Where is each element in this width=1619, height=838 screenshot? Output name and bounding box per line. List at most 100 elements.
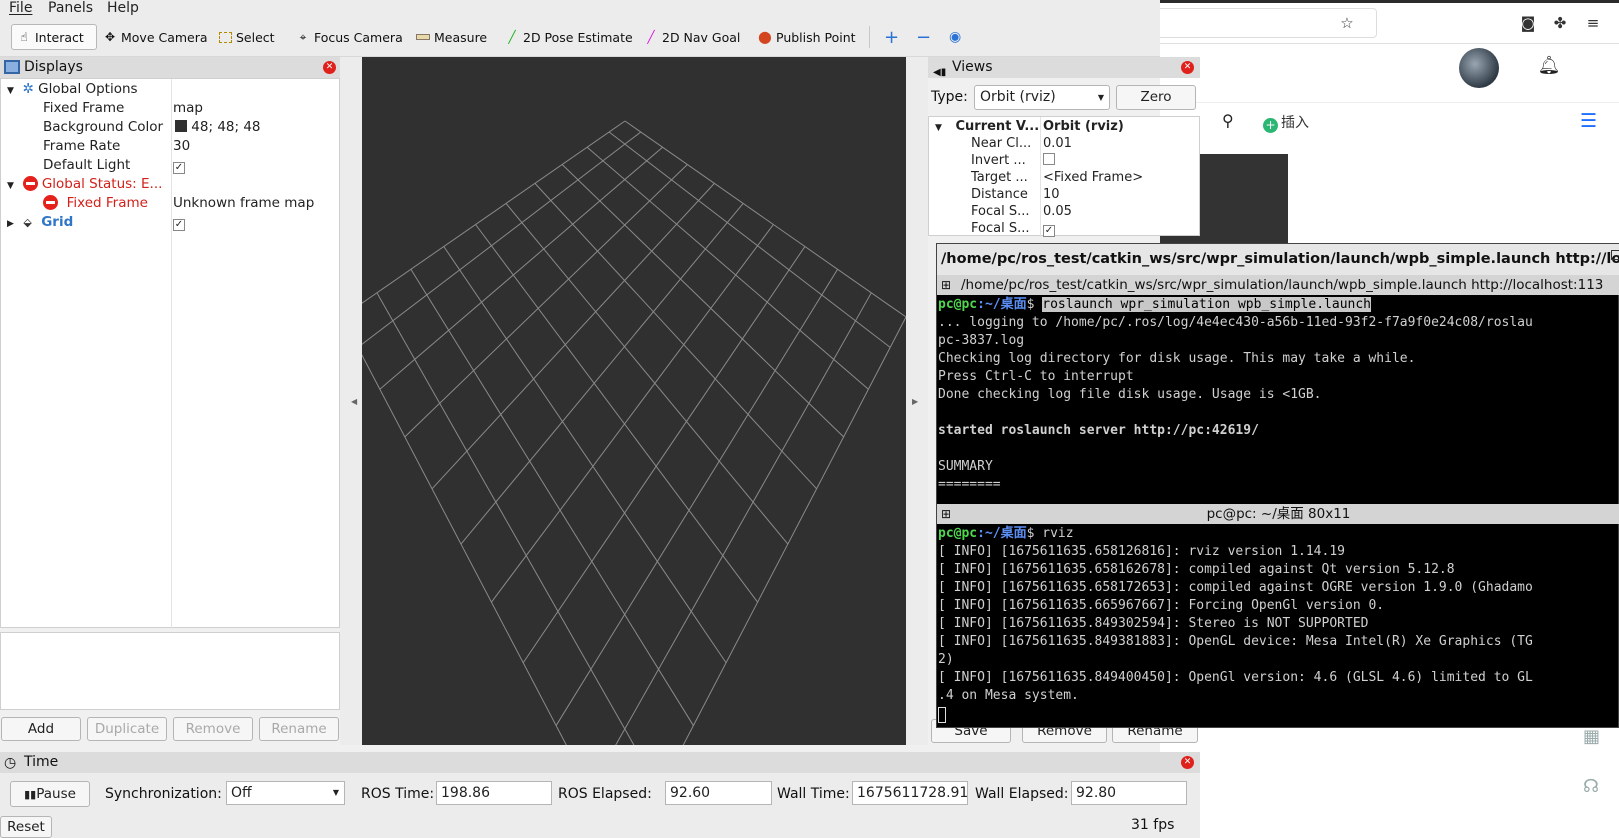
pane-1-title: /home/pc/ros_test/catkin_ws/src/wpr_simu… xyxy=(961,277,1604,293)
background-color-value[interactable]: 48; 48; 48 xyxy=(175,118,261,137)
maximize-icon[interactable] xyxy=(1611,250,1619,260)
add-tool-icon[interactable]: + xyxy=(879,24,904,50)
fixed-frame-label: Fixed Frame xyxy=(43,100,125,116)
clock-icon: ◷ xyxy=(4,755,17,771)
zero-view-button[interactable]: Zero xyxy=(1116,85,1196,110)
publish-point-tool-button[interactable]: ⬤ Publish Point xyxy=(753,24,861,50)
select-tool-button[interactable]: Select xyxy=(214,24,280,50)
bookmark-star-icon[interactable]: ☆ xyxy=(1336,12,1358,34)
output-line: Press Ctrl-C to interrupt xyxy=(938,369,1134,384)
grid-line xyxy=(522,246,806,664)
menu-help[interactable]: Help xyxy=(107,0,139,16)
collapse-arrow-icon[interactable]: ▶ xyxy=(7,219,14,229)
pause-label: Pause xyxy=(36,786,76,802)
interact-label: Interact xyxy=(35,29,84,45)
collapse-right-icon[interactable]: ▶ xyxy=(912,397,918,406)
extension-icon[interactable]: ✤ xyxy=(1549,12,1571,34)
add-display-button[interactable]: Add xyxy=(1,717,81,741)
interact-tool-button[interactable]: ☝ Interact xyxy=(11,24,97,50)
browser-menu-icon[interactable]: ≡ xyxy=(1582,12,1604,34)
menu-file[interactable]: File xyxy=(9,0,32,16)
close-icon[interactable]: ✕ xyxy=(1181,756,1194,769)
frame-rate-value[interactable]: 30 xyxy=(173,137,190,156)
wall-time-field[interactable]: 1675611728.91 xyxy=(852,781,968,805)
right-splitter[interactable]: ▶ xyxy=(906,57,928,745)
nav-goal-tool-button[interactable]: ╱ 2D Nav Goal xyxy=(639,24,745,50)
focus-camera-label: Focus Camera xyxy=(314,29,403,45)
frame-rate-label: Frame Rate xyxy=(43,138,121,154)
chevron-down-icon: ▼ xyxy=(1097,93,1104,102)
search-icon[interactable]: ⚲ xyxy=(1222,111,1234,130)
color-swatch xyxy=(175,120,187,132)
remove-display-button[interactable]: Remove xyxy=(173,717,253,741)
ros-time-label: ROS Time: xyxy=(361,786,435,802)
move-camera-tool-button[interactable]: ✥ Move Camera xyxy=(98,24,213,50)
avatar[interactable] xyxy=(1459,48,1499,88)
global-options-row[interactable]: ▼ ✲ Global Options xyxy=(7,80,138,99)
green-arrow-icon: ╱ xyxy=(508,30,516,44)
headset-icon[interactable]: ☊ xyxy=(1583,776,1599,797)
ros-time-field[interactable]: 198.86 xyxy=(436,781,552,805)
left-splitter[interactable]: ◀ xyxy=(340,57,362,745)
close-icon[interactable]: ✕ xyxy=(1181,61,1194,74)
menu-panels[interactable]: Panels xyxy=(48,0,93,16)
default-light-checkbox[interactable]: ✓ xyxy=(173,156,185,175)
terminal-pane-tab-1[interactable]: ⊞ /home/pc/ros_test/catkin_ws/src/wpr_sim… xyxy=(937,275,1619,295)
column-divider xyxy=(1040,117,1041,237)
pause-button[interactable]: ▮▮Pause xyxy=(10,781,90,807)
prompt-line-1: pc@pc:~/桌面$ roslaunch wpr_simulation wpb… xyxy=(938,296,1372,314)
rename-display-button[interactable]: Rename xyxy=(259,717,339,741)
duplicate-display-button[interactable]: Duplicate xyxy=(87,717,167,741)
measure-tool-button[interactable]: Measure xyxy=(411,24,492,50)
view-type-value: Orbit (rviz) xyxy=(980,89,1056,105)
output-line: 2) xyxy=(938,652,954,667)
insert-label: 插入 xyxy=(1281,115,1309,131)
close-icon[interactable]: ✕ xyxy=(323,61,336,74)
terminal-pane-tab-2[interactable]: ⊞ pc@pc: ~/桌面 80x11 xyxy=(937,504,1619,524)
wall-elapsed-field[interactable]: 92.80 xyxy=(1071,781,1187,805)
pocket-icon[interactable]: ◙ xyxy=(1517,12,1539,34)
insert-button[interactable]: + 插入 xyxy=(1263,112,1309,133)
eye-icon[interactable]: ◉ xyxy=(944,24,966,50)
views-panel-title: ◀▮ Views ✕ xyxy=(928,57,1200,78)
error-icon xyxy=(43,195,58,210)
output-line: Checking log directory for disk usage. T… xyxy=(938,351,1416,366)
expand-arrow-icon[interactable]: ▼ xyxy=(935,123,942,133)
expand-arrow-icon[interactable]: ▼ xyxy=(7,86,14,96)
grid-enabled-checkbox[interactable]: ✓ xyxy=(173,213,185,232)
grid-row[interactable]: ▶ ⬙ Grid xyxy=(7,213,73,232)
expand-arrow-icon[interactable]: ▼ xyxy=(7,181,14,191)
focus-camera-tool-button[interactable]: ⌖ Focus Camera xyxy=(291,24,408,50)
minimize-icon[interactable]: – xyxy=(1581,248,1588,264)
ros-elapsed-field[interactable]: 92.60 xyxy=(665,781,772,805)
view-type-select[interactable]: Orbit (rviz) ▼ xyxy=(974,85,1110,110)
synchronization-label: Synchronization: xyxy=(105,786,222,802)
fixed-frame-value[interactable]: map xyxy=(173,99,203,118)
bell-icon[interactable]: 🔔︎ xyxy=(1537,55,1561,79)
reset-button[interactable]: Reset xyxy=(0,816,52,838)
wall-elapsed-label: Wall Elapsed: xyxy=(975,786,1069,802)
browser-toolbar-divider xyxy=(1160,43,1619,44)
3d-viewport[interactable] xyxy=(341,57,907,838)
output-line: [ INFO] [1675611635.658126816]: rviz ver… xyxy=(938,544,1345,559)
remove-tool-icon[interactable]: − xyxy=(911,24,936,50)
focal-shape-fixed-checkbox[interactable]: ✓ xyxy=(1043,219,1055,238)
hamburger-menu-icon[interactable]: ☰ xyxy=(1580,110,1597,132)
status-fixed-frame-row[interactable]: Fixed Frame xyxy=(43,194,148,213)
prompt-user: pc@pc xyxy=(938,526,978,541)
output-line: [ INFO] [1675611635.658172653]: compiled… xyxy=(938,580,1533,595)
synchronization-select[interactable]: Off ▼ xyxy=(226,781,345,805)
global-status-row[interactable]: ▼ Global Status: E... xyxy=(7,175,162,194)
checkmark-icon: ✓ xyxy=(173,219,185,231)
collapse-left-icon[interactable]: ◀ xyxy=(351,397,357,406)
prompt-path: :~/桌面 xyxy=(977,297,1027,312)
checkmark-icon: ✓ xyxy=(1043,225,1055,237)
pause-icon: ▮▮ xyxy=(24,788,37,801)
pose-estimate-tool-button[interactable]: ╱ 2D Pose Estimate xyxy=(500,24,638,50)
displays-panel-title: Displays ✕ xyxy=(0,57,340,78)
terminal-window[interactable]: /home/pc/ros_test/catkin_ws/src/wpr_simu… xyxy=(936,243,1619,728)
qr-code-icon[interactable]: ▦ xyxy=(1583,726,1600,747)
ruler-icon xyxy=(416,34,430,40)
grid-line xyxy=(341,120,626,318)
terminal-cursor xyxy=(938,707,946,723)
